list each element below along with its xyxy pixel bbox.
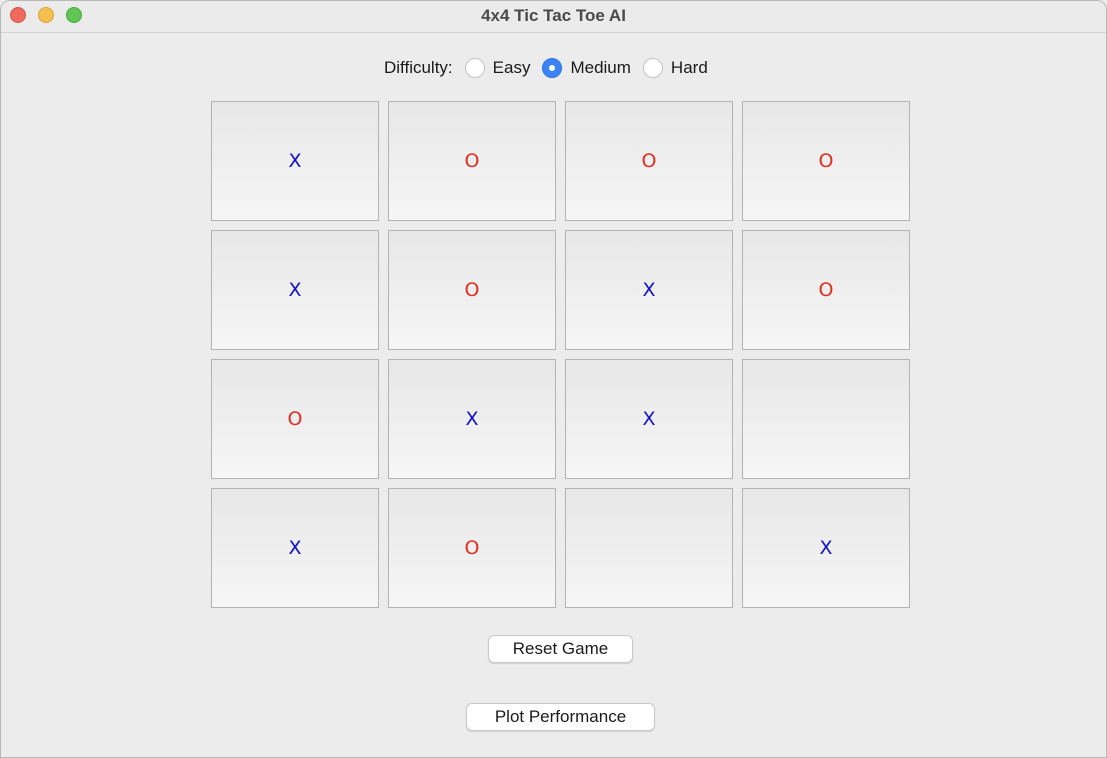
difficulty-option-hard[interactable]: Hard xyxy=(642,58,708,78)
plot-performance-button[interactable]: Plot Performance xyxy=(466,703,655,731)
board-cell-r2-c3[interactable]: X xyxy=(565,230,733,350)
cell-mark: X xyxy=(288,150,302,172)
cell-mark: O xyxy=(818,150,834,172)
reset-game-button[interactable]: Reset Game xyxy=(488,635,633,663)
board-cell-r4-c3[interactable] xyxy=(565,488,733,608)
cell-mark: X xyxy=(288,537,302,559)
cell-mark: O xyxy=(464,537,480,559)
board-cell-r4-c1[interactable]: X xyxy=(211,488,379,608)
radio-hard[interactable] xyxy=(642,58,663,78)
board-cell-r4-c4[interactable]: X xyxy=(742,488,910,608)
board-cell-r2-c2[interactable]: O xyxy=(388,230,556,350)
cell-mark: X xyxy=(642,279,656,301)
board-cell-r3-c3[interactable]: X xyxy=(565,359,733,479)
difficulty-option-medium[interactable]: Medium xyxy=(542,58,631,78)
board-cell-r3-c2[interactable]: X xyxy=(388,359,556,479)
board-cell-r1-c2[interactable]: O xyxy=(388,101,556,221)
radio-easy[interactable] xyxy=(464,58,485,78)
board-cell-r1-c3[interactable]: O xyxy=(565,101,733,221)
cell-mark: O xyxy=(641,150,657,172)
difficulty-label: Difficulty: xyxy=(384,58,453,77)
difficulty-selector: Difficulty: Easy Medium Hard xyxy=(384,57,720,79)
cell-mark: O xyxy=(287,408,303,430)
difficulty-option-label: Hard xyxy=(670,58,708,77)
difficulty-option-label: Easy xyxy=(492,58,531,77)
title-bar: 4x4 Tic Tac Toe AI xyxy=(1,1,1106,33)
board-cell-r1-c4[interactable]: O xyxy=(742,101,910,221)
difficulty-option-easy[interactable]: Easy xyxy=(464,58,531,78)
board-cell-r1-c1[interactable]: X xyxy=(211,101,379,221)
radio-medium[interactable] xyxy=(542,58,563,78)
cell-mark: O xyxy=(464,279,480,301)
board-cell-r3-c4[interactable] xyxy=(742,359,910,479)
difficulty-option-label: Medium xyxy=(570,58,631,77)
cell-mark: X xyxy=(642,408,656,430)
cell-mark: X xyxy=(819,537,833,559)
board-cell-r2-c4[interactable]: O xyxy=(742,230,910,350)
app-window: 4x4 Tic Tac Toe AI Difficulty: Easy Medi… xyxy=(0,0,1107,758)
cell-mark: X xyxy=(465,408,479,430)
board-cell-r3-c1[interactable]: O xyxy=(211,359,379,479)
cell-mark: X xyxy=(288,279,302,301)
board-cell-r4-c2[interactable]: O xyxy=(388,488,556,608)
cell-mark: O xyxy=(464,150,480,172)
board-cell-r2-c1[interactable]: X xyxy=(211,230,379,350)
window-title: 4x4 Tic Tac Toe AI xyxy=(481,6,626,25)
cell-mark: O xyxy=(818,279,834,301)
